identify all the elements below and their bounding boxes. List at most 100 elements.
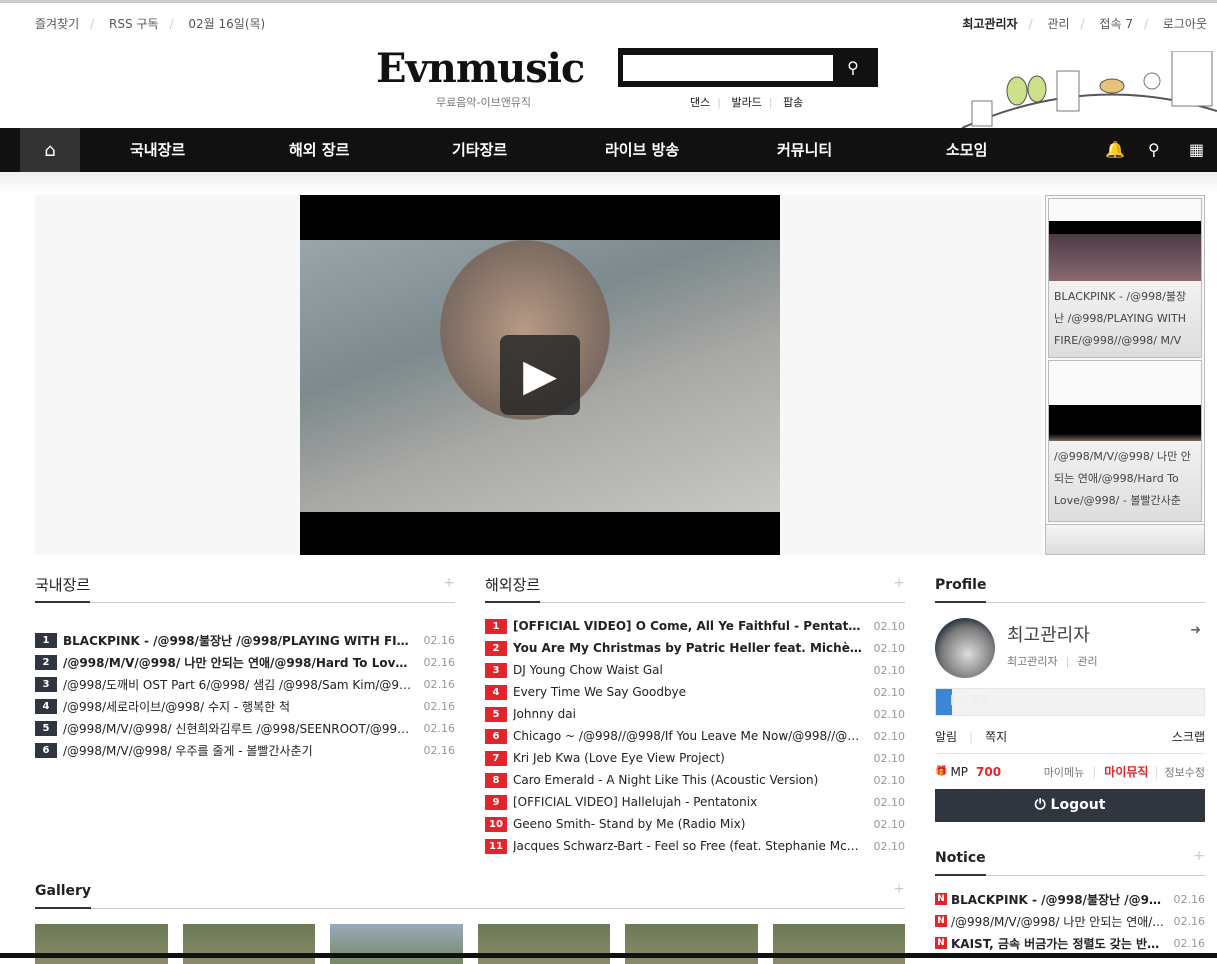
nav-domestic[interactable]: 국내장르 xyxy=(130,128,185,172)
item-title[interactable]: BLACKPINK - /@998/불장난 /@998/P... xyxy=(951,891,1165,908)
item-title[interactable]: Johnny dai xyxy=(513,707,865,721)
tag-dance[interactable]: 댄스 xyxy=(690,96,710,109)
item-title[interactable]: Kri Jeb Kwa (Love Eye View Project) xyxy=(513,751,865,765)
gallery-thumbnail[interactable] xyxy=(35,924,168,964)
item-title[interactable]: Jacques Schwarz-Bart - Feel so Free (fea… xyxy=(513,839,865,853)
list-item[interactable]: 5 Johnny dai 02.10 xyxy=(485,703,905,725)
list-item[interactable]: 6 /@998/M/V/@998/ 우주를 줄게 - 볼빨간사춘기 02.16 xyxy=(35,739,455,761)
user-name-link[interactable]: 최고관리자 xyxy=(962,17,1017,31)
rank-badge: 5 xyxy=(35,720,57,736)
gallery-thumbnail[interactable] xyxy=(772,924,905,964)
logout-link[interactable]: 로그아웃 xyxy=(1163,17,1207,31)
video-playlist[interactable]: BLACKPINK - /@998/불장난 /@998/PLAYING WITH… xyxy=(1045,195,1205,555)
section-title[interactable]: Notice xyxy=(935,846,986,876)
notice-item[interactable]: N BLACKPINK - /@998/불장난 /@998/P... 02.16 xyxy=(935,888,1205,910)
list-item[interactable]: 4 /@998/세로라이브/@998/ 수지 - 행복한 척 02.16 xyxy=(35,695,455,717)
play-icon[interactable]: ▶ xyxy=(500,335,580,415)
item-title[interactable]: BLACKPINK - /@998/불장난 /@998/PLAYING WITH… xyxy=(63,632,415,649)
list-item[interactable]: 1 BLACKPINK - /@998/불장난 /@998/PLAYING WIT… xyxy=(35,629,455,651)
level-bar: Lv.25 xyxy=(935,688,1205,716)
list-item[interactable]: 5 /@998/M/V/@998/ 신현희와김루트 /@998/SEENROOT/… xyxy=(35,717,455,739)
list-item[interactable]: 7 Kri Jeb Kwa (Love Eye View Project) 02.1… xyxy=(485,747,905,769)
more-icon[interactable]: + xyxy=(893,881,905,897)
list-item[interactable]: 1 [OFFICIAL VIDEO] O Come, All Ye Faithfu… xyxy=(485,615,905,637)
item-title[interactable]: /@998/M/V/@998/ 우주를 줄게 - 볼빨간사춘기 xyxy=(63,742,415,759)
list-item[interactable]: 11 Jacques Schwarz-Bart - Feel so Free (f… xyxy=(485,835,905,857)
grid-icon[interactable]: ▦ xyxy=(1189,128,1204,172)
list-item[interactable]: 3 DJ Young Chow Waist Gal 02.10 xyxy=(485,659,905,681)
item-title[interactable]: [OFFICIAL VIDEO] Hallelujah - Pentatonix xyxy=(513,795,865,809)
section-title[interactable]: 해외장르 xyxy=(485,573,541,603)
bookmark-link[interactable]: 즐겨찾기 xyxy=(35,17,79,31)
list-item[interactable]: 3 /@998/도깨비 OST Part 6/@998/ 샘김 /@998/Sam… xyxy=(35,673,455,695)
visitors-link[interactable]: 접속 7 xyxy=(1099,17,1133,31)
item-title[interactable]: Every Time We Say Goodbye xyxy=(513,685,865,699)
section-title[interactable]: 국내장르 xyxy=(35,573,91,603)
edit-info-link[interactable]: 정보수정 xyxy=(1165,764,1205,780)
search-icon[interactable]: ⚲ xyxy=(1148,128,1160,172)
my-music-link[interactable]: 마이뮤직 xyxy=(1104,763,1148,780)
home-icon[interactable]: ⌂ xyxy=(20,128,80,172)
list-item[interactable]: 10 Geeno Smith- Stand by Me (Radio Mix) 02… xyxy=(485,813,905,835)
item-title[interactable]: /@998/도깨비 OST Part 6/@998/ 샘김 /@998/Sam … xyxy=(63,676,415,693)
item-title[interactable]: Caro Emerald - A Night Like This (Acoust… xyxy=(513,773,865,787)
item-title[interactable]: /@998/세로라이브/@998/ 수지 - 행복한 척 xyxy=(63,698,415,715)
item-title[interactable]: /@998/M/V/@998/ 신현희와김루트 /@998/SEENROOT/@… xyxy=(63,720,415,737)
bell-icon[interactable]: 🔔 xyxy=(1105,128,1125,172)
rank-badge: 1 xyxy=(35,632,57,648)
my-menu-link[interactable]: 마이메뉴 xyxy=(1044,764,1084,780)
nav-live[interactable]: 라이브 방송 xyxy=(605,128,679,172)
logout-icon[interactable]: ➜ xyxy=(1190,623,1201,638)
playlist-item[interactable]: BLACKPINK - /@998/불장난 /@998/PLAYING WITH… xyxy=(1048,198,1202,358)
item-title[interactable]: DJ Young Chow Waist Gal xyxy=(513,663,865,677)
list-item[interactable]: 2 /@998/M/V/@998/ 나만 안되는 연애/@998/Hard To … xyxy=(35,651,455,673)
more-icon[interactable]: + xyxy=(443,575,455,591)
notice-item[interactable]: N /@998/M/V/@998/ 나만 안되는 연애/... 02.16 xyxy=(935,910,1205,932)
profile-admin-link[interactable]: 관리 xyxy=(1077,655,1097,668)
item-title[interactable]: Chicago ~ /@998//@998/If You Leave Me No… xyxy=(513,729,865,743)
list-item[interactable]: 8 Caro Emerald - A Night Like This (Acous… xyxy=(485,769,905,791)
gallery-thumbnail[interactable] xyxy=(330,924,463,964)
list-item[interactable]: 6 Chicago ~ /@998//@998/If You Leave Me N… xyxy=(485,725,905,747)
search-icon[interactable]: ⚲ xyxy=(833,58,873,77)
admin-link[interactable]: 관리 xyxy=(1047,17,1069,31)
gallery-thumbnail[interactable] xyxy=(182,924,315,964)
alarm-link[interactable]: 알림 xyxy=(935,730,957,744)
section-title[interactable]: Gallery xyxy=(35,879,92,909)
avatar[interactable] xyxy=(935,618,995,678)
nav-other[interactable]: 기타장르 xyxy=(452,128,507,172)
list-item[interactable]: 4 Every Time We Say Goodbye 02.10 xyxy=(485,681,905,703)
nav-community[interactable]: 커뮤니티 xyxy=(777,128,832,172)
item-date: 02.10 xyxy=(873,641,906,655)
more-icon[interactable]: + xyxy=(1193,848,1205,864)
nav-foreign[interactable]: 해외 장르 xyxy=(289,128,349,172)
memo-link[interactable]: 쪽지 xyxy=(985,730,1007,744)
tag-pop[interactable]: 팝송 xyxy=(783,96,803,109)
item-date: 02.16 xyxy=(423,743,456,757)
logout-button[interactable]: ⏻ Logout xyxy=(935,789,1205,822)
item-title[interactable]: /@998/M/V/@998/ 나만 안되는 연애/... xyxy=(951,913,1165,930)
gallery-thumbnail[interactable] xyxy=(625,924,758,964)
rss-link[interactable]: RSS 구독 xyxy=(109,17,158,31)
playlist-scroll-button[interactable] xyxy=(1046,524,1204,554)
notice-item[interactable]: N KAIST, 금속 버금가는 정렬도 갖는 반도... 02.16 xyxy=(935,932,1205,954)
tag-ballad[interactable]: 발라드 xyxy=(731,96,761,109)
site-logo[interactable]: Evnmusic xyxy=(376,45,585,92)
rank-badge: 2 xyxy=(35,654,57,670)
more-icon[interactable]: + xyxy=(893,575,905,591)
video-player[interactable]: ▶ xyxy=(300,195,780,555)
list-item[interactable]: 9 [OFFICIAL VIDEO] Hallelujah - Pentatoni… xyxy=(485,791,905,813)
profile-name: 최고관리자 xyxy=(1007,625,1090,646)
item-title[interactable]: /@998/M/V/@998/ 나만 안되는 연애/@998/Hard To L… xyxy=(63,654,415,671)
search-input[interactable] xyxy=(623,54,833,81)
gallery-thumbnail[interactable] xyxy=(477,924,610,964)
item-date: 02.10 xyxy=(873,839,906,853)
nav-group[interactable]: 소모임 xyxy=(946,128,987,172)
item-title[interactable]: Geeno Smith- Stand by Me (Radio Mix) xyxy=(513,817,865,831)
scrap-link[interactable]: 스크랩 xyxy=(1172,728,1205,745)
playlist-item[interactable]: /@998/M/V/@998/ 나만 안되는 연애/@998/Hard To L… xyxy=(1048,360,1202,522)
item-title[interactable]: [OFFICIAL VIDEO] O Come, All Ye Faithful… xyxy=(513,619,865,633)
item-title[interactable]: You Are My Christmas by Patric Heller fe… xyxy=(513,641,865,655)
list-item[interactable]: 2 You Are My Christmas by Patric Heller f… xyxy=(485,637,905,659)
item-title[interactable]: KAIST, 금속 버금가는 정렬도 갖는 반도... xyxy=(951,935,1165,952)
